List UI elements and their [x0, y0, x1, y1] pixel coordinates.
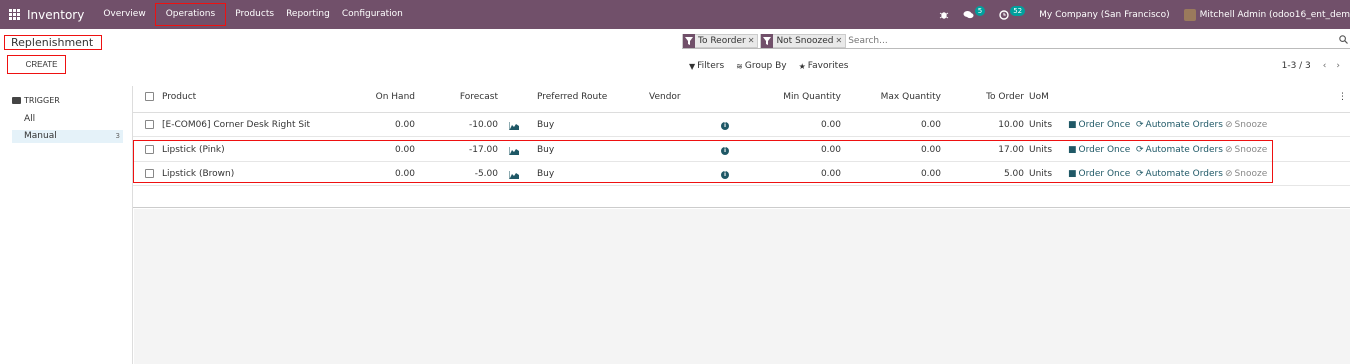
user-menu[interactable]: Mitchell Admin (odoo16_ent_dem — [1200, 10, 1350, 20]
pager-value[interactable]: 1-3 / 3 — [1282, 61, 1311, 71]
facet-label: Not Snoozed — [776, 35, 834, 46]
cell-product: [E-COM06] Corner Desk Right Sit — [162, 120, 311, 130]
app-brand[interactable]: Inventory — [27, 8, 84, 22]
menu-reporting[interactable]: Reporting — [280, 0, 336, 29]
cell-max-quantity: 0.00 — [920, 120, 941, 130]
filter-icon — [683, 33, 695, 48]
search-facet-not-snoozed[interactable]: Not Snoozed ✕ — [760, 33, 847, 48]
debug-bug-icon[interactable] — [939, 10, 949, 20]
search-options: ▼ Filters ≋ Group By ★ Favorites — [689, 61, 860, 71]
snooze-button[interactable]: ⊘ Snooze — [1225, 113, 1267, 137]
filters-toggle[interactable]: ▼ Filters — [689, 61, 724, 71]
refresh-icon: ⟳ — [1136, 120, 1144, 130]
cell-route: Buy — [537, 120, 555, 130]
create-button[interactable]: CREATE — [7, 55, 66, 74]
favorites-toggle[interactable]: ★ Favorites — [799, 61, 849, 71]
bell-slash-icon: ⊘ — [1225, 120, 1233, 130]
table-footer — [133, 186, 1350, 208]
content-background — [134, 209, 1350, 364]
order-once-label: Order Once — [1078, 120, 1131, 130]
cell-min-quantity: 0.00 — [820, 120, 841, 130]
messages-icon[interactable]: 5 — [963, 5, 986, 20]
facet-label: To Reorder — [698, 35, 746, 46]
forecast-graph-icon[interactable] — [509, 122, 519, 130]
group-by-toggle[interactable]: ≋ Group By — [736, 61, 786, 71]
trigger-count: 3 — [115, 132, 120, 140]
highlight-box — [133, 140, 1273, 183]
col-uom[interactable]: UoM — [1029, 86, 1049, 109]
col-vendor[interactable]: Vendor — [649, 86, 681, 109]
trigger-manual[interactable]: Manual 3 — [12, 130, 123, 143]
activities-icon[interactable]: 52 — [999, 5, 1026, 20]
group-by-label: Group By — [744, 61, 787, 71]
facet-remove-icon[interactable]: ✕ — [835, 36, 845, 45]
col-min-quantity[interactable]: Min Quantity — [761, 86, 841, 109]
search-facet-to-reorder[interactable]: To Reorder ✕ — [682, 33, 759, 48]
filter-icon — [761, 33, 774, 48]
snooze-label: Snooze — [1234, 120, 1268, 130]
col-max-quantity[interactable]: Max Quantity — [861, 86, 941, 109]
main-menu: Overview Operations Products Reporting C… — [97, 0, 409, 29]
cell-to-order: 10.00 — [998, 120, 1024, 130]
company-switcher[interactable]: My Company (San Francisco) — [1039, 10, 1169, 20]
search-panel-header: TRIGGER — [12, 96, 60, 105]
activities-badge: 52 — [1010, 5, 1026, 16]
facet-remove-icon[interactable]: ✕ — [748, 36, 758, 45]
pager-next-icon[interactable]: › — [1336, 61, 1340, 71]
layers-icon: ≋ — [736, 61, 743, 71]
messages-badge: 5 — [974, 5, 986, 16]
vendor-info-icon[interactable]: i — [721, 122, 729, 130]
search-bar: To Reorder ✕ Not Snoozed ✕ — [682, 33, 1319, 48]
breadcrumb: Replenishment — [4, 35, 102, 50]
cell-on-hand: 0.00 — [394, 120, 415, 130]
menu-configuration[interactable]: Configuration — [336, 0, 409, 29]
pager-previous-icon[interactable]: ‹ — [1323, 61, 1327, 71]
automate-orders-button[interactable]: ⟳ Automate Orders — [1136, 113, 1223, 137]
col-to-order[interactable]: To Order — [974, 86, 1024, 109]
search-underline — [682, 48, 1350, 49]
cell-uom: Units — [1029, 120, 1053, 130]
trigger-label: All — [24, 114, 36, 124]
top-navbar: Inventory Overview Operations Products R… — [0, 0, 1350, 29]
apps-menu-icon[interactable] — [9, 8, 21, 21]
folder-icon — [12, 97, 21, 104]
search-panel-title: TRIGGER — [24, 96, 60, 105]
order-once-button[interactable]: ■ Order Once — [1068, 113, 1130, 137]
search-input[interactable] — [848, 35, 1319, 46]
star-icon: ★ — [798, 61, 806, 71]
col-on-hand[interactable]: On Hand — [365, 86, 415, 109]
col-preferred-route[interactable]: Preferred Route — [537, 86, 607, 109]
search-icon[interactable] — [1339, 35, 1348, 47]
filter-icon: ▼ — [689, 61, 696, 71]
menu-overview[interactable]: Overview — [97, 0, 151, 29]
navbar-systray: 5 52 My Company (San Francisco) Mitchell… — [939, 0, 1350, 29]
automate-orders-label: Automate Orders — [1145, 120, 1223, 130]
pager: 1-3 / 3 ‹ › — [1282, 61, 1350, 71]
truck-icon: ■ — [1068, 120, 1077, 130]
user-avatar[interactable] — [1183, 8, 1196, 21]
row-checkbox[interactable] — [145, 120, 154, 129]
menu-operations[interactable]: Operations — [152, 0, 229, 29]
menu-products[interactable]: Products — [229, 0, 280, 29]
search-panel: TRIGGER All Manual 3 — [0, 86, 133, 364]
trigger-all[interactable]: All — [12, 113, 123, 126]
table-row[interactable]: [E-COM06] Corner Desk Right Sit 0.00 -10… — [133, 113, 1350, 137]
filters-label: Filters — [697, 61, 725, 71]
col-forecast[interactable]: Forecast — [448, 86, 498, 109]
trigger-label: Manual — [24, 131, 57, 141]
favorites-label: Favorites — [807, 61, 849, 71]
column-options-icon[interactable]: ⋮ — [1338, 86, 1347, 109]
cell-forecast: -10.00 — [468, 120, 498, 130]
select-all-checkbox[interactable] — [145, 92, 154, 101]
table-header: Product On Hand Forecast Preferred Route… — [133, 86, 1350, 113]
col-product[interactable]: Product — [162, 86, 196, 109]
